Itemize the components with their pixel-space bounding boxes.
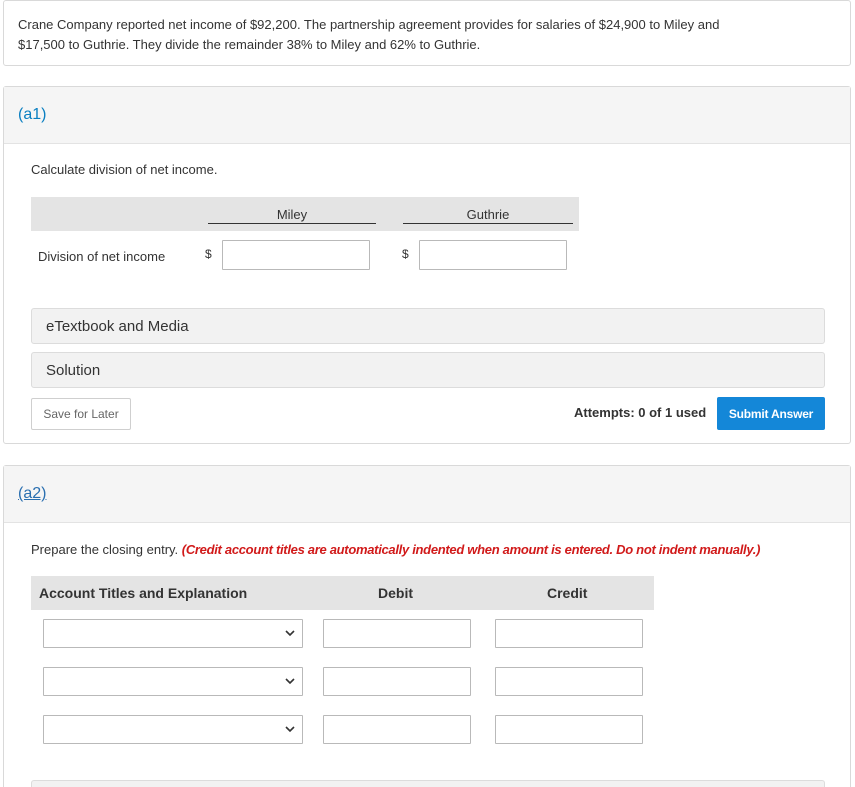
account-title-select[interactable] (43, 667, 303, 696)
account-title-select[interactable] (43, 715, 303, 744)
part-a1-instruction: Calculate division of net income. (31, 162, 218, 177)
save-for-later-button[interactable]: Save for Later (31, 398, 131, 430)
problem-statement: Crane Company reported net income of $92… (3, 0, 851, 66)
next-accordion-partial (31, 780, 825, 787)
submit-answer-button[interactable]: Submit Answer (717, 397, 825, 430)
column-header-credit: Credit (547, 585, 588, 601)
problem-text-line-1: Crane Company reported net income of $92… (18, 17, 720, 32)
currency-symbol-guthrie: $ (402, 247, 409, 261)
attempts-counter: Attempts: 0 of 1 used (574, 405, 707, 420)
division-row-label: Division of net income (38, 249, 166, 264)
part-a2-instruction-note: (Credit account titles are automatically… (181, 542, 761, 557)
journal-entry-header: Account Titles and Explanation Debit Cre… (31, 576, 654, 610)
part-a2-card: (a2) Prepare the closing entry. (Credit … (3, 465, 851, 787)
chevron-down-icon (285, 630, 295, 637)
solution-accordion[interactable]: Solution (31, 352, 825, 388)
credit-input[interactable] (495, 715, 643, 744)
credit-input[interactable] (495, 667, 643, 696)
part-a1-card: (a1) Calculate division of net income. M… (3, 86, 851, 444)
column-header-miley: Miley (208, 207, 376, 224)
part-a1-label: (a1) (18, 106, 47, 123)
debit-input[interactable] (323, 715, 471, 744)
miley-division-input[interactable] (222, 240, 370, 270)
chevron-down-icon (285, 678, 295, 685)
etextbook-media-accordion[interactable]: eTextbook and Media (31, 308, 825, 344)
guthrie-division-input[interactable] (419, 240, 567, 270)
currency-symbol-miley: $ (205, 247, 212, 261)
debit-input[interactable] (323, 619, 471, 648)
part-a2-instruction: Prepare the closing entry. (Credit accou… (31, 542, 760, 557)
part-a2-instruction-text: Prepare the closing entry. (31, 542, 179, 557)
chevron-down-icon (285, 726, 295, 733)
credit-input[interactable] (495, 619, 643, 648)
problem-text-line-2: $17,500 to Guthrie. They divide the rema… (18, 37, 481, 52)
part-a2-label[interactable]: (a2) (18, 485, 46, 503)
column-header-debit: Debit (378, 585, 413, 601)
part-a1-header: (a1) (4, 87, 850, 144)
column-header-guthrie: Guthrie (403, 207, 573, 224)
debit-input[interactable] (323, 667, 471, 696)
part-a2-header: (a2) (4, 466, 850, 523)
account-title-select[interactable] (43, 619, 303, 648)
column-header-account-titles: Account Titles and Explanation (39, 585, 248, 601)
division-table-header: Miley Guthrie (31, 197, 579, 231)
